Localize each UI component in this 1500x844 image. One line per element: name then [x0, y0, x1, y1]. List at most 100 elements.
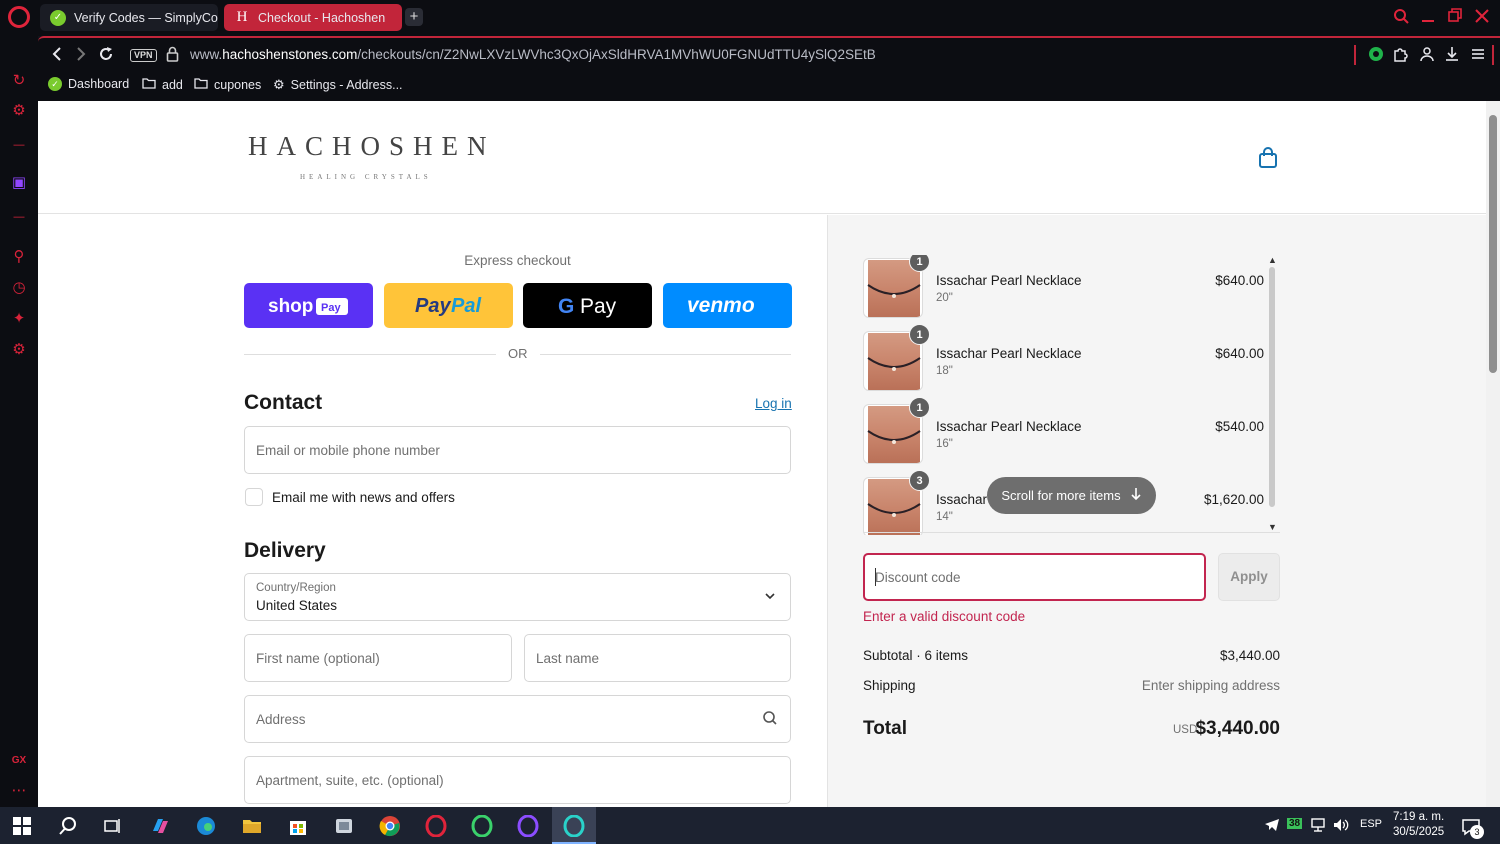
shopping-bag-icon[interactable] [1258, 147, 1278, 174]
network-icon[interactable] [1310, 818, 1326, 835]
opera-gx-purple-icon[interactable] [515, 813, 541, 839]
page-scrollbar-thumb[interactable] [1489, 115, 1497, 373]
last-name-field[interactable]: Last name [524, 634, 791, 682]
telegram-tray-icon[interactable] [1264, 818, 1280, 835]
store-logo[interactable]: HACHOSHEN [248, 131, 496, 162]
forward-icon[interactable] [74, 46, 88, 67]
line-items-list[interactable]: 1 Issachar Pearl Necklace 20" $640.00 1 … [828, 255, 1486, 535]
shipping-label: Shipping [863, 678, 916, 693]
opera-gx-green-icon[interactable] [469, 813, 495, 839]
folder-icon [142, 77, 156, 92]
system-clock[interactable]: 7:19 a. m. 30/5/2025 [1393, 810, 1444, 840]
item-variant: 20" [936, 292, 953, 304]
discount-code-input[interactable]: Discount code [863, 553, 1206, 601]
extensions-icon[interactable]: ✦ [10, 310, 28, 328]
items-divider [863, 532, 1280, 533]
sidebar-divider-icon: — [13, 211, 25, 223]
scroll-more-button[interactable]: Scroll for more items [987, 477, 1156, 514]
shop-pay-button[interactable]: shop Pay [244, 283, 373, 328]
opera-icon[interactable] [423, 813, 449, 839]
list-item: 1 Issachar Pearl Necklace 18" $640.00 [863, 324, 1268, 391]
app-icon[interactable] [331, 813, 357, 839]
tab-verify-codes[interactable]: ✓ Verify Codes — SimplyCo [40, 4, 218, 31]
country-select-label: Country/Region [256, 582, 336, 594]
quantity-badge: 1 [909, 324, 930, 345]
paypal-button[interactable]: Pay Pal [384, 283, 513, 328]
page-scrollbar[interactable] [1486, 101, 1500, 807]
address-field[interactable]: Address [244, 695, 791, 743]
opera-gx-cyan-icon[interactable] [561, 813, 587, 839]
clock-date: 30/5/2025 [1393, 826, 1445, 838]
extensions-puzzle-icon[interactable] [1393, 46, 1409, 66]
item-price: $540.00 [1215, 419, 1264, 434]
google-pay-button[interactable]: G Pay [523, 283, 652, 328]
items-scrollbar[interactable] [1269, 267, 1275, 507]
restore-button[interactable] [1448, 8, 1462, 29]
language-indicator[interactable]: ESP [1360, 818, 1382, 830]
microsoft-store-icon[interactable] [285, 813, 311, 839]
svg-text:venmo: venmo [687, 294, 755, 317]
url-field[interactable]: www.hachoshenstones.com/checkouts/cn/Z2N… [190, 47, 876, 62]
email-field[interactable]: Email or mobile phone number [244, 426, 791, 474]
first-name-field[interactable]: First name (optional) [244, 634, 512, 682]
task-view-icon[interactable] [100, 813, 126, 839]
download-icon[interactable] [1444, 46, 1460, 66]
item-price: $640.00 [1215, 346, 1264, 361]
country-select[interactable]: Country/Region United States [244, 573, 791, 621]
settings-icon[interactable]: ⚙ [10, 341, 28, 359]
total-currency: USD [1173, 724, 1198, 736]
file-explorer-icon[interactable] [239, 813, 265, 839]
more-icon[interactable]: ⋯ [10, 782, 28, 800]
scroll-up-icon[interactable]: ▲ [1268, 255, 1277, 265]
close-window-button[interactable] [1475, 8, 1489, 29]
bookmark-add[interactable]: add [142, 77, 183, 92]
apartment-field[interactable]: Apartment, suite, etc. (optional) [244, 756, 791, 804]
volume-icon[interactable] [1333, 818, 1349, 835]
copilot-icon[interactable] [147, 813, 173, 839]
chrome-icon[interactable] [377, 813, 403, 839]
bookmark-settings[interactable]: ⚙ Settings - Address... [273, 77, 403, 93]
twitch-icon[interactable]: ▣ [10, 174, 28, 192]
easy-setup-icon[interactable] [1470, 46, 1486, 66]
back-icon[interactable] [50, 46, 64, 67]
tray-app-icon[interactable]: 38 [1287, 818, 1303, 829]
simplycodes-icon: ✓ [48, 77, 62, 91]
bookmark-cupones[interactable]: cupones [194, 77, 261, 92]
news-offers-checkbox[interactable] [245, 488, 263, 506]
item-price: $640.00 [1215, 273, 1264, 288]
login-link[interactable]: Log in [755, 396, 792, 411]
pin-icon[interactable]: ⚲ [10, 248, 28, 266]
opera-menu-icon[interactable] [8, 6, 30, 28]
lock-icon[interactable] [166, 46, 179, 67]
history-icon[interactable]: ◷ [10, 279, 28, 297]
bookmark-dashboard[interactable]: ✓ Dashboard [48, 77, 129, 91]
gx-logo-icon[interactable]: GX [10, 752, 28, 770]
minimize-button[interactable] [1421, 8, 1435, 29]
list-item: 1 Issachar Pearl Necklace 20" $640.00 [863, 255, 1268, 318]
vpn-badge[interactable]: VPN [130, 49, 157, 62]
aria-icon[interactable]: ↻ [10, 72, 28, 90]
extension-green-icon[interactable] [1368, 46, 1384, 66]
windows-start-icon[interactable] [9, 813, 35, 839]
venmo-logo-icon: venmo [687, 294, 755, 317]
edge-icon[interactable] [193, 813, 219, 839]
paypal-logo-icon: Pay Pal [415, 295, 481, 317]
news-offers-label[interactable]: Email me with news and offers [272, 490, 455, 505]
tab-checkout[interactable]: H Checkout - Hachoshen [224, 4, 402, 31]
quantity-badge: 1 [909, 397, 930, 418]
simplycodes-icon: ✓ [50, 9, 66, 26]
search-tabs-icon[interactable] [1393, 8, 1409, 29]
venmo-button[interactable]: venmo [663, 283, 792, 328]
gx-control-icon[interactable]: ⚙ [10, 102, 28, 120]
scroll-down-icon[interactable]: ▼ [1268, 522, 1277, 532]
item-name: Issachar Pearl Necklace [936, 419, 1082, 434]
svg-text:G: G [558, 295, 574, 318]
profile-icon[interactable] [1419, 46, 1435, 66]
apply-discount-button[interactable]: Apply [1218, 553, 1280, 601]
new-tab-button[interactable]: + [405, 8, 423, 26]
discount-error-message: Enter a valid discount code [863, 609, 1026, 624]
hachoshen-favicon-icon: H [236, 9, 248, 25]
reload-icon[interactable] [98, 46, 114, 67]
notification-count-badge: 3 [1470, 825, 1484, 839]
search-icon[interactable] [55, 813, 81, 839]
